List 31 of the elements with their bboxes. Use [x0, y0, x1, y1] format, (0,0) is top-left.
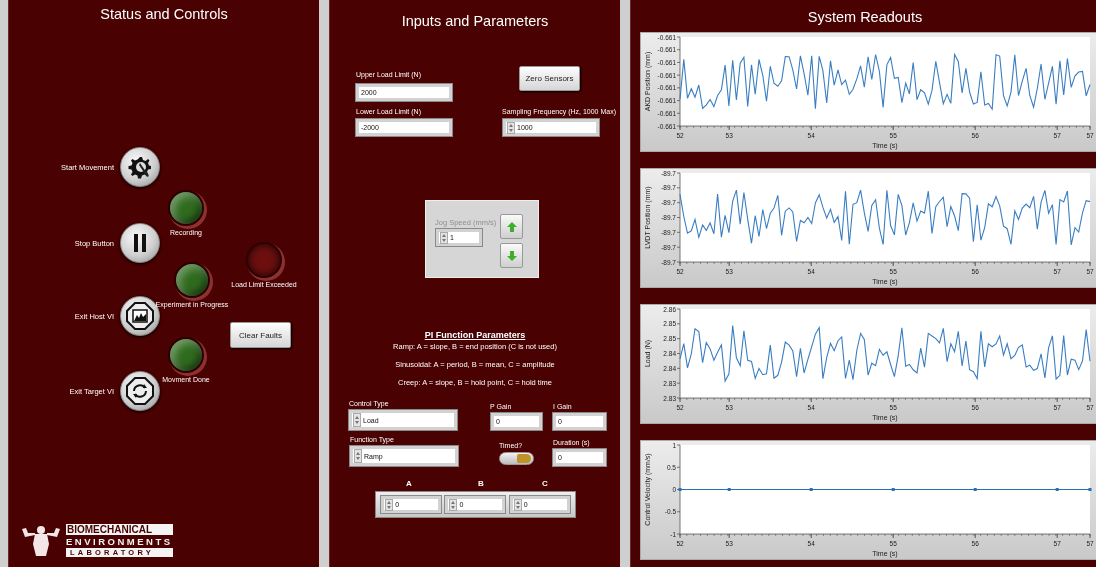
- field-label: A: [406, 479, 412, 488]
- spinner-arrows-icon: [513, 498, 522, 511]
- pause-icon: [133, 234, 147, 252]
- down-arrow-icon: [505, 249, 518, 262]
- up-arrow-icon: [505, 220, 518, 233]
- field-label: C: [542, 479, 548, 488]
- octagon-refresh-icon: [126, 377, 154, 405]
- logo-text: BIOMECHANICAL: [66, 523, 173, 535]
- figure-drawing: [19, 523, 63, 557]
- octagon-chart-icon: [126, 302, 154, 330]
- exit-target-button[interactable]: [120, 371, 160, 411]
- zero-sensors-button[interactable]: Zero Sensors: [519, 66, 580, 91]
- spinner-arrows-icon: [353, 413, 361, 427]
- spinner-arrows-icon: [354, 449, 362, 463]
- jog-down-button[interactable]: [500, 243, 523, 268]
- panel-title: Inputs and Parameters: [400, 13, 550, 29]
- panel-title: Status and Controls: [99, 6, 229, 22]
- spinner-arrows-icon: [449, 498, 458, 511]
- field-label: B: [478, 479, 484, 488]
- spinner-arrows-icon: [440, 231, 448, 244]
- start-movement-button[interactable]: [120, 147, 160, 187]
- jog-up-button[interactable]: [500, 214, 523, 239]
- logo-text: ENVIRONMENTS: [66, 535, 173, 547]
- spinner-arrows-icon: [507, 121, 515, 134]
- gear-pencil-icon: [127, 154, 153, 180]
- stop-button[interactable]: [120, 223, 160, 263]
- section-heading: PI Function Parameters: [423, 330, 527, 340]
- spinner-arrows-icon: [385, 498, 394, 511]
- clear-faults-button[interactable]: Clear Faults: [230, 322, 291, 348]
- toggle-switch[interactable]: [499, 452, 534, 465]
- panel-title: System Readouts: [806, 9, 924, 25]
